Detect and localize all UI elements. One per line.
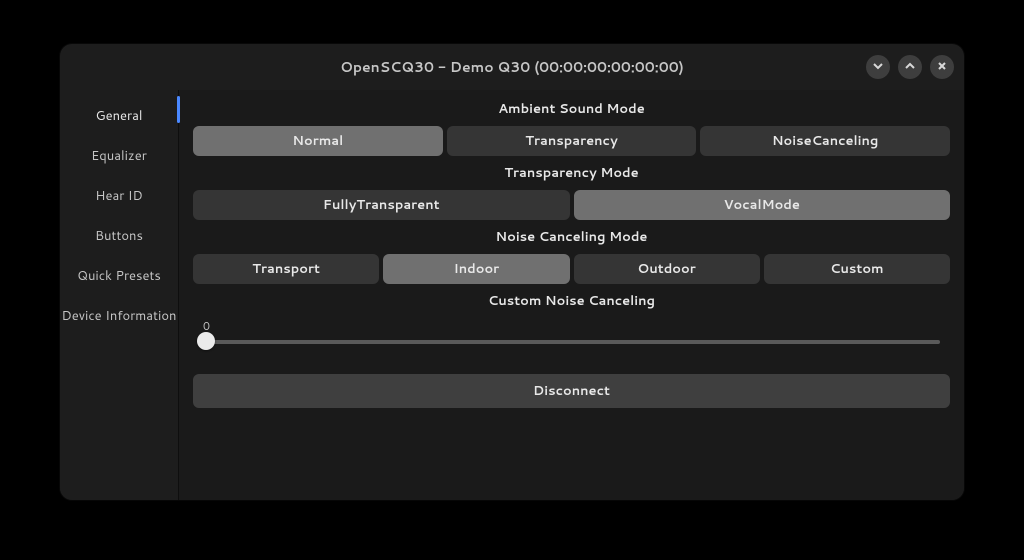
- custom-nc-slider[interactable]: 0: [193, 322, 950, 356]
- chevron-up-icon: [904, 57, 916, 77]
- custom-nc-label: Custom Noise Canceling: [193, 292, 950, 310]
- content-area: General Equalizer Hear ID Buttons Quick …: [60, 90, 964, 500]
- disconnect-button[interactable]: Disconnect: [193, 374, 950, 408]
- ambient-sound-segmented: Normal Transparency NoiseCanceling: [193, 126, 950, 156]
- chevron-down-icon: [872, 57, 884, 77]
- ambient-transparency-button[interactable]: Transparency: [447, 126, 697, 156]
- nc-indoor-button[interactable]: Indoor: [383, 254, 569, 284]
- sidebar-item-equalizer[interactable]: Equalizer: [60, 136, 178, 176]
- nc-outdoor-button[interactable]: Outdoor: [574, 254, 760, 284]
- window-title: OpenSCQ30 - Demo Q30 (00:00:00:00:00:00): [340, 57, 684, 77]
- window-controls: [866, 55, 954, 79]
- ambient-noisecanceling-button[interactable]: NoiseCanceling: [700, 126, 950, 156]
- transparency-mode-segmented: FullyTransparent VocalMode: [193, 190, 950, 220]
- sidebar-item-device-information[interactable]: Device Information: [60, 296, 178, 336]
- slider-thumb[interactable]: [197, 332, 215, 350]
- title-bar: OpenSCQ30 - Demo Q30 (00:00:00:00:00:00): [60, 44, 964, 90]
- minimize-button[interactable]: [866, 55, 890, 79]
- sidebar: General Equalizer Hear ID Buttons Quick …: [60, 90, 179, 500]
- nc-custom-button[interactable]: Custom: [764, 254, 950, 284]
- sidebar-item-general[interactable]: General: [60, 96, 178, 136]
- app-window: OpenSCQ30 - Demo Q30 (00:00:00:00:00:00)…: [60, 44, 964, 500]
- transparency-fully-button[interactable]: FullyTransparent: [193, 190, 570, 220]
- main-panel: Ambient Sound Mode Normal Transparency N…: [179, 90, 964, 500]
- close-button[interactable]: [930, 55, 954, 79]
- maximize-button[interactable]: [898, 55, 922, 79]
- ambient-normal-button[interactable]: Normal: [193, 126, 443, 156]
- transparency-vocal-button[interactable]: VocalMode: [574, 190, 951, 220]
- sidebar-selection-indicator: [177, 96, 180, 123]
- sidebar-item-hear-id[interactable]: Hear ID: [60, 176, 178, 216]
- close-icon: [936, 57, 948, 77]
- sidebar-item-quick-presets[interactable]: Quick Presets: [60, 256, 178, 296]
- sidebar-item-buttons[interactable]: Buttons: [60, 216, 178, 256]
- nc-transport-button[interactable]: Transport: [193, 254, 379, 284]
- slider-track: [203, 340, 940, 344]
- ambient-sound-label: Ambient Sound Mode: [193, 100, 950, 118]
- nc-mode-label: Noise Canceling Mode: [193, 228, 950, 246]
- nc-mode-segmented: Transport Indoor Outdoor Custom: [193, 254, 950, 284]
- transparency-mode-label: Transparency Mode: [193, 164, 950, 182]
